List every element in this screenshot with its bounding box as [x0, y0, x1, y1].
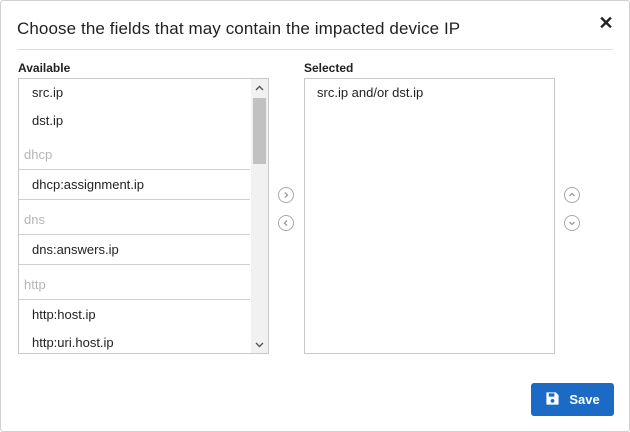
save-button-label: Save [569, 392, 600, 407]
floppy-disk-icon [545, 391, 560, 409]
chevron-right-circle-icon[interactable] [278, 187, 294, 203]
dialog-title: Choose the fields that may contain the i… [17, 19, 461, 38]
chevron-down-circle-icon[interactable] [564, 215, 580, 231]
list-item-http-host-ip[interactable]: http:host.ip [19, 301, 250, 329]
close-icon[interactable]: ✕ [596, 13, 616, 33]
scroll-down-arrow-icon[interactable] [251, 336, 268, 353]
list-item-http-uri-host-ip[interactable]: http:uri.host.ip [19, 329, 250, 353]
field-chooser-dialog: Choose the fields that may contain the i… [0, 0, 630, 432]
available-scrollbar[interactable] [251, 79, 268, 353]
group-header-dhcp: dhcp [19, 135, 250, 170]
available-list[interactable]: src.ip dst.ip dhcp dhcp:assignment.ip dn… [18, 78, 269, 354]
group-header-http: http [19, 264, 250, 300]
list-item-src-ip[interactable]: src.ip [19, 79, 250, 107]
list-item-dns-answers-ip[interactable]: dns:answers.ip [19, 236, 250, 264]
save-button[interactable]: Save [531, 383, 614, 416]
scrollbar-thumb[interactable] [253, 98, 266, 164]
available-list-items: src.ip dst.ip dhcp dhcp:assignment.ip dn… [19, 79, 250, 353]
title-divider [17, 49, 613, 50]
chevron-left-circle-icon[interactable] [278, 215, 294, 231]
selected-label: Selected [304, 61, 354, 75]
selected-item-src-dst-ip[interactable]: src.ip and/or dst.ip [305, 79, 554, 107]
group-header-dns: dns [19, 199, 250, 235]
list-item-dst-ip[interactable]: dst.ip [19, 107, 250, 135]
chevron-up-circle-icon[interactable] [564, 187, 580, 203]
selected-list[interactable]: src.ip and/or dst.ip [304, 78, 555, 354]
available-label: Available [18, 61, 71, 75]
list-item-dhcp-assignment-ip[interactable]: dhcp:assignment.ip [19, 171, 250, 199]
scroll-up-arrow-icon[interactable] [251, 79, 268, 96]
